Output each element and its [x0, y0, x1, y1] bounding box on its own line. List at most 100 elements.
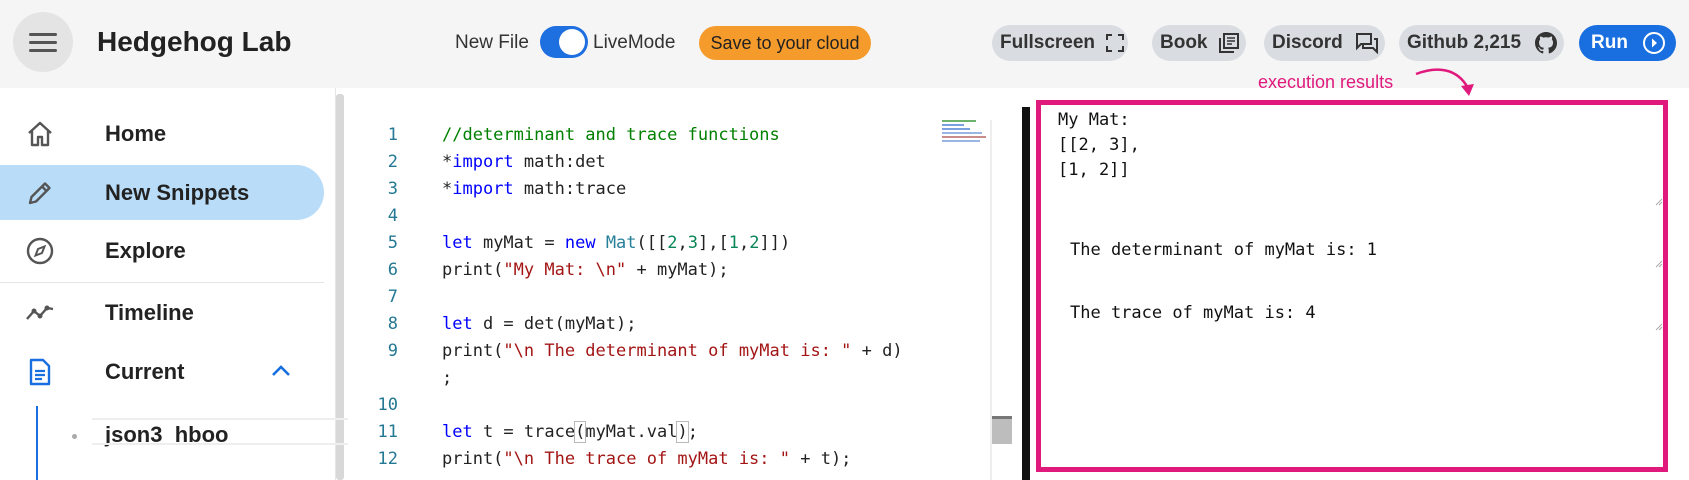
minimap-line	[942, 128, 970, 130]
sidebar-item-label: Current	[105, 359, 185, 384]
live-mode-label: LiveMode	[593, 32, 676, 53]
chevron-up-icon[interactable]	[270, 360, 292, 382]
book-label: Book	[1160, 32, 1208, 53]
execution-results-panel: My Mat: [[2, 3], [1, 2]] The determinant…	[1036, 100, 1668, 472]
new-file-label[interactable]: New File	[455, 32, 529, 54]
line-number: 3	[387, 179, 398, 199]
code-text: let myMat = new Mat([[2,3],[1,2]])	[442, 233, 791, 253]
line-number: 10	[377, 395, 398, 415]
code-text: let t = trace(myMat.val);	[442, 421, 698, 443]
github-button[interactable]: Github 2,215	[1399, 25, 1564, 61]
run-label: Run	[1591, 32, 1628, 53]
line-number: 8	[387, 314, 398, 334]
menu-button[interactable]	[13, 12, 73, 72]
code-line: 9 print("\n The determinant of myMat is: …	[348, 338, 948, 365]
code-line: 12 print("\n The trace of myMat is: " + t…	[348, 446, 948, 473]
run-button[interactable]: Run	[1579, 25, 1676, 61]
sidebar-item-timeline[interactable]: Timeline	[0, 285, 324, 340]
line-number: 2	[387, 152, 398, 172]
result-text: [[2, 3],	[1058, 135, 1140, 155]
home-icon	[28, 121, 52, 147]
code-line: 6 print("My Mat: \n" + myMat);	[348, 257, 948, 284]
resize-grip-icon[interactable]	[1655, 198, 1663, 206]
code-line: 5 let myMat = new Mat([[2,3],[1,2]])	[348, 230, 948, 257]
code-line: 3 *import math:trace	[348, 176, 948, 203]
fullscreen-label: Fullscreen	[1000, 32, 1096, 53]
github-icon	[1535, 32, 1557, 54]
result-text: The trace of myMat is: 4	[1070, 303, 1316, 323]
hamburger-icon-bar	[29, 41, 57, 44]
fullscreen-icon	[1106, 34, 1124, 52]
code-text: *import math:det	[442, 152, 606, 172]
code-text: print("\n The trace of myMat is: " + t);	[442, 449, 852, 469]
document-icon	[29, 358, 51, 386]
bullet-icon	[72, 434, 77, 439]
code-line: 4	[348, 203, 948, 230]
result-text: [1, 2]]	[1058, 160, 1130, 180]
resize-grip-icon[interactable]	[1655, 260, 1663, 268]
hamburger-icon	[29, 33, 57, 36]
code-text: let d = det(myMat);	[442, 314, 637, 334]
line-number: 6	[387, 260, 398, 280]
code-editor[interactable]: 1 //determinant and trace functions 2 *imp…	[348, 92, 1026, 480]
line-number: 9	[387, 341, 398, 361]
minimap-line	[942, 140, 980, 142]
timeline-icon	[26, 305, 54, 320]
tree-line	[36, 406, 38, 480]
toggle-knob	[559, 29, 585, 55]
minimap-line	[942, 124, 964, 126]
chat-icon	[1356, 33, 1378, 54]
minimap-line	[942, 120, 976, 122]
annotation-arrow-icon	[1415, 68, 1474, 96]
code-text: print("\n The determinant of myMat is: "…	[442, 341, 903, 361]
sidebar-item-label: New Snippets	[105, 180, 250, 205]
play-circle-icon	[1643, 32, 1665, 54]
discord-button[interactable]: Discord	[1264, 25, 1385, 61]
pencil-icon	[28, 182, 51, 205]
live-mode-toggle[interactable]	[540, 26, 588, 58]
sidebar-item-explore[interactable]: Explore	[0, 223, 324, 278]
code-text: print("My Mat: \n" + myMat);	[442, 260, 729, 280]
split-pane-divider[interactable]	[1022, 107, 1030, 480]
app-title: Hedgehog Lab	[97, 26, 292, 57]
sidebar-item-label: Home	[105, 121, 167, 146]
code-text: ;	[442, 368, 453, 388]
sidebar-item-new-snippets[interactable]: New Snippets	[0, 165, 324, 220]
book-button[interactable]: Book	[1152, 25, 1246, 61]
minimap-line	[942, 136, 986, 138]
line-number: 12	[377, 449, 398, 469]
github-label: Github 2,215	[1407, 32, 1522, 53]
fullscreen-button[interactable]: Fullscreen	[992, 25, 1128, 61]
line-number: 1	[387, 125, 398, 145]
nav-divider	[0, 282, 324, 283]
result-text: My Mat:	[1058, 110, 1130, 130]
line-number: 5	[387, 233, 398, 253]
save-to-cloud-button[interactable]: Save to your cloud	[699, 26, 871, 60]
editor-minimap[interactable]	[942, 120, 992, 148]
sidebar-item-label: Timeline	[105, 300, 194, 325]
code-line: 10	[348, 392, 948, 419]
code-line: 8 let d = det(myMat);	[348, 311, 948, 338]
code-line: ;	[348, 365, 948, 392]
line-number: 11	[377, 422, 398, 442]
code-line: 11 let t = trace(myMat.val);	[348, 419, 948, 446]
line-number: 7	[387, 287, 398, 307]
hamburger-icon-bar	[29, 49, 57, 52]
result-text: The determinant of myMat is: 1	[1070, 240, 1378, 260]
compass-icon	[26, 237, 54, 265]
code-line: 2 *import math:det	[348, 149, 948, 176]
resize-grip-icon[interactable]	[1655, 323, 1663, 331]
code-line: 7	[348, 284, 948, 311]
sidebar-item-current[interactable]: Current	[0, 344, 324, 399]
code-text: //determinant and trace functions	[442, 125, 780, 145]
sidebar-item-home[interactable]: Home	[0, 106, 324, 161]
editor-scrollbar-thumb[interactable]	[992, 416, 1012, 444]
minimap-line	[942, 132, 982, 134]
book-icon	[1219, 33, 1239, 53]
execution-results-annotation: execution results	[1258, 72, 1394, 92]
code-text: *import math:trace	[442, 179, 627, 199]
line-number: 4	[387, 206, 398, 226]
code-line: 1 //determinant and trace functions	[348, 122, 948, 149]
discord-label: Discord	[1272, 32, 1343, 53]
sidebar-item-label: Explore	[105, 238, 186, 263]
